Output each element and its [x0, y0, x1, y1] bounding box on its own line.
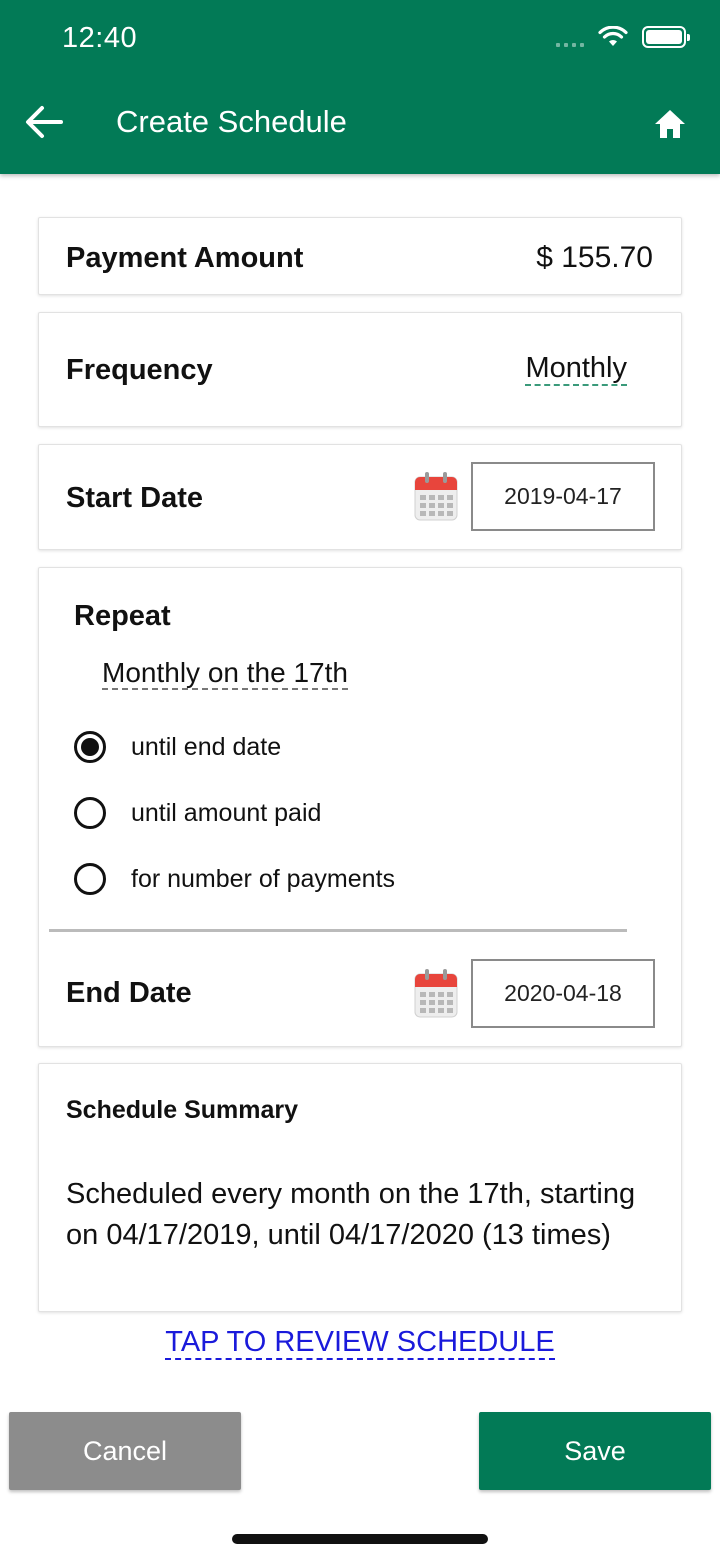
page-title: Create Schedule	[116, 104, 347, 139]
radio-label: until end date	[131, 732, 282, 761]
start-date-input[interactable]: 2019-04-17	[471, 462, 655, 531]
frequency-label: Frequency	[66, 354, 213, 386]
summary-title: Schedule Summary	[66, 1096, 299, 1124]
end-date-input[interactable]: 2020-04-18	[471, 959, 655, 1028]
frequency-select[interactable]: Monthly	[525, 352, 627, 386]
end-date-calendar-icon[interactable]	[414, 968, 458, 1018]
summary-text: Scheduled every month on the 17th, start…	[66, 1178, 636, 1251]
battery-icon	[642, 26, 690, 48]
home-icon	[655, 110, 685, 138]
back-button[interactable]	[22, 100, 66, 144]
save-button[interactable]: Save	[479, 1412, 711, 1490]
app-header: 12:40 Create Schedule	[0, 0, 720, 174]
radio-until-end-date[interactable]: until end date	[74, 729, 281, 765]
radio-number-of-payments[interactable]: for number of payments	[74, 861, 395, 897]
cellular-signal-icon	[556, 27, 584, 47]
repeat-label: Repeat	[74, 600, 171, 632]
schedule-summary-card: Schedule Summary Scheduled every month o…	[38, 1063, 682, 1312]
home-button[interactable]	[650, 104, 690, 144]
payment-amount-label: Payment Amount	[66, 242, 304, 274]
back-arrow-icon	[26, 106, 63, 138]
status-icons	[556, 26, 690, 48]
wifi-icon	[598, 26, 628, 46]
divider	[49, 929, 627, 932]
review-schedule-link[interactable]: TAP TO REVIEW SCHEDULE	[165, 1326, 555, 1360]
payment-amount-value: $ 155.70	[536, 241, 653, 274]
radio-selected-icon	[74, 731, 106, 763]
home-indicator	[232, 1534, 488, 1544]
radio-label: until amount paid	[131, 798, 322, 827]
repeat-card: Repeat Monthly on the 17th until end dat…	[38, 567, 682, 1047]
payment-amount-card: Payment Amount $ 155.70	[38, 217, 682, 295]
radio-unselected-icon	[74, 797, 106, 829]
radio-label: for number of payments	[131, 864, 396, 893]
review-link-container: TAP TO REVIEW SCHEDULE	[0, 1326, 720, 1360]
start-date-calendar-icon[interactable]	[414, 471, 458, 521]
end-date-label: End Date	[66, 977, 192, 1009]
repeat-select[interactable]: Monthly on the 17th	[102, 657, 348, 690]
radio-until-amount-paid[interactable]: until amount paid	[74, 795, 321, 831]
status-time: 12:40	[62, 22, 138, 54]
cancel-button[interactable]: Cancel	[9, 1412, 241, 1490]
frequency-card: Frequency Monthly	[38, 312, 682, 427]
start-date-label: Start Date	[66, 482, 203, 514]
radio-unselected-icon	[74, 863, 106, 895]
start-date-card: Start Date 2019-04-17	[38, 444, 682, 550]
